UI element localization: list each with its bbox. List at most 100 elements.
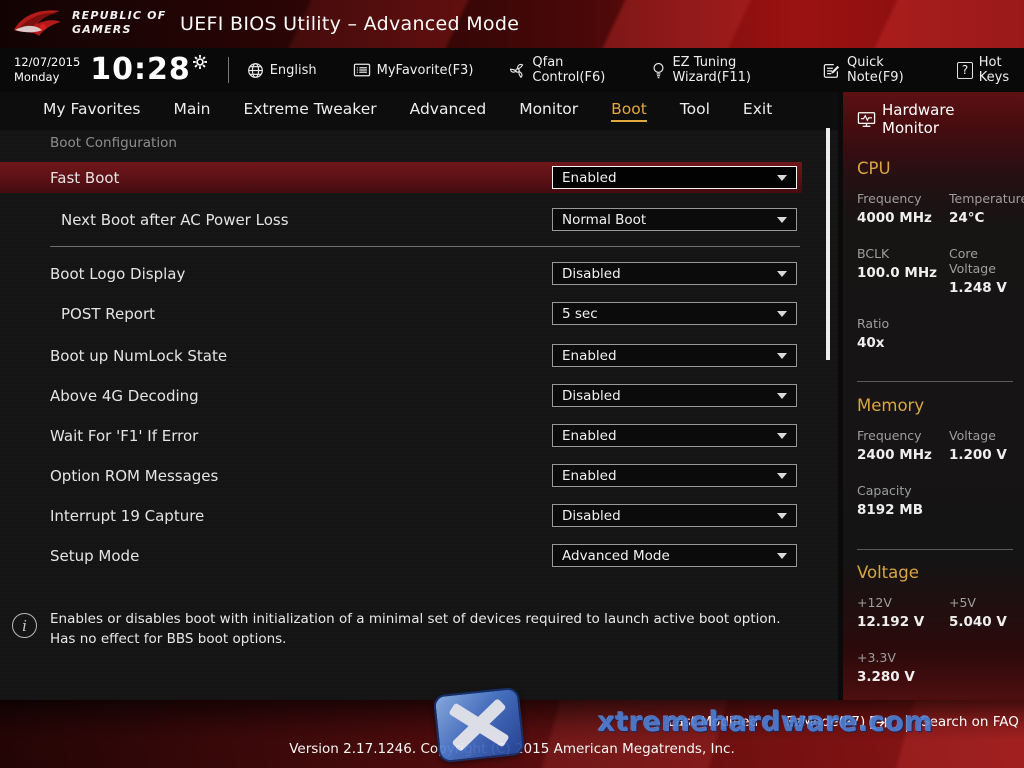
setting-dropdown[interactable]: Enabled bbox=[552, 166, 797, 189]
metric-value: 8192 MB bbox=[857, 502, 949, 518]
metric-label: Core Voltage bbox=[949, 246, 1014, 276]
scrollbar[interactable] bbox=[826, 128, 830, 360]
setting-label: Boot up NumLock State bbox=[50, 347, 227, 365]
cpu-metrics-row: Frequency 4000 MHz Temperature 24°C bbox=[857, 191, 1014, 226]
dropdown-value: Disabled bbox=[562, 508, 777, 524]
metric-label: Temperature bbox=[949, 191, 1024, 206]
setting-row[interactable]: Next Boot after AC Power Loss Normal Boo… bbox=[0, 204, 802, 235]
divider bbox=[50, 246, 800, 247]
chevron-down-icon bbox=[777, 553, 787, 559]
setting-dropdown[interactable]: Disabled bbox=[552, 262, 797, 285]
settings-list: Fast Boot Enabled Next Boot after AC Pow… bbox=[0, 0, 838, 700]
setting-row[interactable]: Above 4G Decoding Disabled bbox=[0, 380, 802, 411]
setting-dropdown[interactable]: Enabled bbox=[552, 424, 797, 447]
setting-row[interactable]: Boot Logo Display Disabled bbox=[0, 258, 802, 289]
chevron-down-icon bbox=[777, 271, 787, 277]
monitor-icon bbox=[857, 111, 876, 128]
chevron-down-icon bbox=[777, 513, 787, 519]
hardware-monitor-header: Hardware Monitor bbox=[857, 92, 1014, 137]
setting-label: Boot Logo Display bbox=[50, 265, 185, 283]
chevron-down-icon bbox=[777, 473, 787, 479]
setting-label: Wait For 'F1' If Error bbox=[50, 427, 198, 445]
metric-label: Capacity bbox=[857, 483, 949, 498]
setting-dropdown[interactable]: Enabled bbox=[552, 344, 797, 367]
setting-label: Option ROM Messages bbox=[50, 467, 218, 485]
divider bbox=[857, 381, 1013, 382]
hardware-monitor-panel: Hardware Monitor CPU Frequency 4000 MHz … bbox=[843, 92, 1024, 700]
hot-keys-label: Hot Keys bbox=[979, 55, 1024, 85]
quick-note-label: Quick Note(F9) bbox=[847, 55, 921, 85]
metric-label: Frequency bbox=[857, 428, 949, 443]
hardware-monitor-title: Hardware Monitor bbox=[882, 101, 1014, 137]
divider bbox=[906, 715, 907, 732]
setting-label: POST Report bbox=[61, 305, 155, 323]
setting-row[interactable]: POST Report 5 sec bbox=[0, 298, 802, 329]
chevron-down-icon bbox=[777, 393, 787, 399]
metric-label: Voltage bbox=[949, 428, 1014, 443]
chevron-down-icon bbox=[777, 175, 787, 181]
chevron-down-icon bbox=[777, 433, 787, 439]
setting-dropdown[interactable]: Enabled bbox=[552, 464, 797, 487]
cpu-metrics-row: Ratio 40x bbox=[857, 316, 1014, 351]
metric-value: 1.200 V bbox=[949, 447, 1014, 463]
setting-row[interactable]: Interrupt 19 Capture Disabled bbox=[0, 500, 802, 531]
help-panel: i Enables or disables boot with initiali… bbox=[0, 604, 838, 650]
chevron-down-icon bbox=[777, 311, 787, 317]
setting-label: Setup Mode bbox=[50, 547, 139, 565]
dropdown-value: Enabled bbox=[562, 348, 777, 364]
search-faq-button[interactable]: Search on FAQ bbox=[921, 714, 1019, 730]
metric-label: Ratio bbox=[857, 316, 949, 331]
chevron-down-icon bbox=[777, 353, 787, 359]
metric-value: 12.192 V bbox=[857, 614, 949, 630]
footer-bar: Last Modified EzMode(F7) Search on FAQ V… bbox=[0, 700, 1024, 768]
metric-value: 100.0 MHz bbox=[857, 265, 949, 281]
metric-value: 1.248 V bbox=[949, 280, 1014, 296]
switch-mode-icon bbox=[869, 715, 887, 730]
setting-dropdown[interactable]: 5 sec bbox=[552, 302, 797, 325]
setting-dropdown[interactable]: Normal Boot bbox=[552, 208, 797, 231]
metric-label: +5V bbox=[949, 595, 1014, 610]
metric-value: 40x bbox=[857, 335, 949, 351]
ezmode-button[interactable]: EzMode(F7) bbox=[786, 714, 887, 730]
setting-dropdown[interactable]: Advanced Mode bbox=[552, 544, 797, 567]
dropdown-value: 5 sec bbox=[562, 306, 777, 322]
metric-value: 24°C bbox=[949, 210, 1024, 226]
memory-section-title: Memory bbox=[857, 396, 1014, 415]
metric-label: BCLK bbox=[857, 246, 949, 261]
divider bbox=[857, 549, 1013, 550]
last-modified-label: Last Modified bbox=[668, 714, 758, 730]
dropdown-value: Enabled bbox=[562, 428, 777, 444]
ezmode-label: EzMode(F7) bbox=[786, 714, 865, 730]
setting-row[interactable]: Fast Boot Enabled bbox=[0, 162, 802, 193]
chevron-down-icon bbox=[777, 217, 787, 223]
cpu-metrics-row: BCLK 100.0 MHz Core Voltage 1.248 V bbox=[857, 246, 1014, 296]
version-text: Version 2.17.1246. Copyright (C) 2015 Am… bbox=[0, 741, 1024, 757]
dropdown-value: Advanced Mode bbox=[562, 548, 777, 564]
dropdown-value: Disabled bbox=[562, 266, 777, 282]
setting-row[interactable]: Boot up NumLock State Enabled bbox=[0, 340, 802, 371]
cpu-section-title: CPU bbox=[857, 159, 1014, 178]
memory-metrics-row: Capacity 8192 MB bbox=[857, 483, 1014, 518]
metric-value: 4000 MHz bbox=[857, 210, 949, 226]
search-faq-label: Search on FAQ bbox=[921, 714, 1019, 730]
setting-row[interactable]: Option ROM Messages Enabled bbox=[0, 460, 802, 491]
metric-value: 3.280 V bbox=[857, 669, 949, 685]
metric-value: 5.040 V bbox=[949, 614, 1014, 630]
help-text: Enables or disables boot with initializa… bbox=[50, 604, 806, 650]
metric-label: +12V bbox=[857, 595, 949, 610]
hot-keys-button[interactable]: ? Hot Keys bbox=[957, 55, 1024, 85]
voltage-section-title: Voltage bbox=[857, 563, 1014, 582]
last-modified-button[interactable]: Last Modified bbox=[668, 714, 758, 730]
dropdown-value: Enabled bbox=[562, 468, 777, 484]
setting-dropdown[interactable]: Disabled bbox=[552, 504, 797, 527]
setting-dropdown[interactable]: Disabled bbox=[552, 384, 797, 407]
setting-label: Above 4G Decoding bbox=[50, 387, 199, 405]
setting-row[interactable]: Setup Mode Advanced Mode bbox=[0, 540, 802, 571]
metric-label: +3.3V bbox=[857, 650, 949, 665]
metric-value: 2400 MHz bbox=[857, 447, 949, 463]
voltage-metrics-row: +12V 12.192 V +5V 5.040 V bbox=[857, 595, 1014, 630]
setting-row[interactable]: Wait For 'F1' If Error Enabled bbox=[0, 420, 802, 451]
metric-label: Frequency bbox=[857, 191, 949, 206]
dropdown-value: Normal Boot bbox=[562, 212, 777, 228]
dropdown-value: Enabled bbox=[562, 170, 777, 186]
